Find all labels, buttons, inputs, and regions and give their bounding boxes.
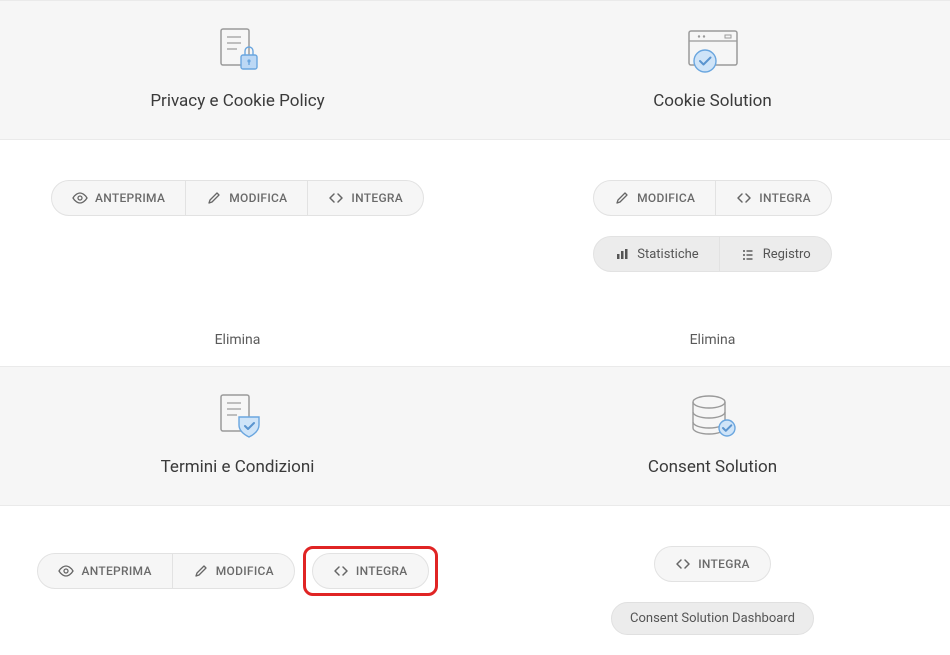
button-label: MODIFICA xyxy=(637,191,695,205)
modifica-button[interactable]: MODIFICA xyxy=(173,554,294,588)
card-cookie-actions: MODIFICA INTEGRA Statistiche Registro xyxy=(475,180,950,272)
pencil-icon xyxy=(193,563,209,579)
card-privacy-header: Privacy e Cookie Policy xyxy=(0,23,475,111)
elimina-link[interactable]: Elimina xyxy=(215,332,261,348)
consent-icon xyxy=(685,389,741,443)
card-privacy-actions: ANTEPRIMA MODIFICA INTEGRA xyxy=(0,180,475,272)
button-label: MODIFICA xyxy=(229,191,287,205)
integra-highlight: INTEGRA xyxy=(303,546,438,596)
card-terms-header: Termini e Condizioni xyxy=(0,389,475,477)
modifica-button[interactable]: MODIFICA xyxy=(594,181,716,215)
button-label: INTEGRA xyxy=(759,191,811,205)
code-icon xyxy=(675,556,691,572)
statistiche-button[interactable]: Statistiche xyxy=(594,237,719,271)
card-consent-actions: INTEGRA Consent Solution Dashboard xyxy=(475,546,950,635)
card-terms-actions: ANTEPRIMA MODIFICA INTEGRA xyxy=(0,546,475,635)
eye-icon xyxy=(72,190,88,206)
button-label: ANTEPRIMA xyxy=(95,191,165,205)
bar-chart-icon xyxy=(614,246,630,262)
card-cookie-header: Cookie Solution xyxy=(475,23,950,111)
integra-button[interactable]: INTEGRA xyxy=(716,181,831,215)
registro-button[interactable]: Registro xyxy=(720,237,831,271)
modifica-button[interactable]: MODIFICA xyxy=(186,181,308,215)
elimina-link[interactable]: Elimina xyxy=(690,332,736,348)
card-consent-header: Consent Solution xyxy=(475,389,950,477)
button-label: ANTEPRIMA xyxy=(81,564,151,578)
pencil-icon xyxy=(614,190,630,206)
button-label: INTEGRA xyxy=(356,564,408,578)
card-title: Privacy e Cookie Policy xyxy=(150,91,324,111)
button-label: Registro xyxy=(763,247,811,262)
list-icon xyxy=(740,246,756,262)
code-icon xyxy=(328,190,344,206)
anteprima-button[interactable]: ANTEPRIMA xyxy=(38,554,172,588)
card-title: Consent Solution xyxy=(648,457,777,477)
pill-group-terms-integra: INTEGRA xyxy=(312,553,429,589)
privacy-icon xyxy=(211,23,265,77)
terms-icon xyxy=(211,389,265,443)
integra-button[interactable]: INTEGRA xyxy=(313,554,428,588)
integra-button[interactable]: INTEGRA xyxy=(308,181,423,215)
pill-group-consent: INTEGRA xyxy=(654,546,771,582)
card-title: Cookie Solution xyxy=(653,91,772,111)
consent-dashboard-button[interactable]: Consent Solution Dashboard xyxy=(611,602,814,635)
pill-group-cookie-primary: MODIFICA INTEGRA xyxy=(593,180,832,216)
button-label: INTEGRA xyxy=(351,191,403,205)
pencil-icon xyxy=(206,190,222,206)
anteprima-button[interactable]: ANTEPRIMA xyxy=(52,181,186,215)
button-label: MODIFICA xyxy=(216,564,274,578)
integra-button[interactable]: INTEGRA xyxy=(655,547,770,581)
code-icon xyxy=(333,563,349,579)
code-icon xyxy=(736,190,752,206)
card-title: Termini e Condizioni xyxy=(161,457,315,477)
eye-icon xyxy=(58,563,74,579)
pill-group-terms: ANTEPRIMA MODIFICA xyxy=(37,553,294,589)
pill-group-cookie-secondary: Statistiche Registro xyxy=(593,236,831,272)
pill-group-privacy: ANTEPRIMA MODIFICA INTEGRA xyxy=(51,180,424,216)
cookie-solution-icon xyxy=(681,23,745,77)
button-label: INTEGRA xyxy=(698,557,750,571)
button-label: Statistiche xyxy=(637,247,698,262)
